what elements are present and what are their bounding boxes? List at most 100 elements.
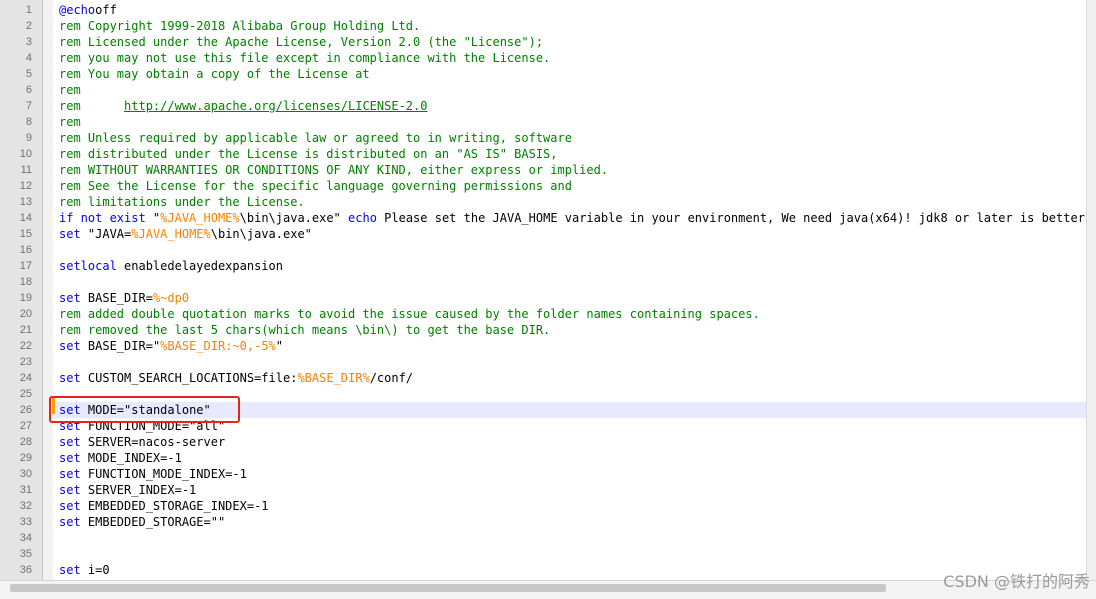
line-text: set i=0: [59, 562, 110, 578]
code-token: rem You may obtain a copy of the License…: [59, 67, 370, 81]
code-token: set: [59, 451, 81, 465]
code-line[interactable]: 9 rem Unless required by applicable law o…: [0, 130, 1086, 146]
code-token: rem limitations under the License.: [59, 195, 305, 209]
code-line[interactable]: 13 rem limitations under the License.: [0, 194, 1086, 210]
code-token: EMBEDDED_STORAGE="": [80, 515, 226, 529]
code-token: "JAVA=: [80, 227, 132, 241]
line-number: 5: [25, 68, 32, 80]
code-token: ": [275, 339, 283, 353]
line-number: 12: [19, 180, 32, 192]
line-number: 19: [19, 292, 32, 304]
watermark: CSDN @铁打的阿秀: [943, 572, 1090, 591]
line-text: set MODE_INDEX=-1: [59, 450, 182, 466]
code-line[interactable]: 10 rem distributed under the License is d…: [0, 146, 1086, 162]
line-number: 8: [25, 116, 32, 128]
line-number: 2: [25, 20, 32, 32]
line-text: rem added double quotation marks to avoi…: [59, 306, 760, 322]
line-number: 13: [19, 196, 32, 208]
line-number: 28: [19, 436, 32, 448]
line-text: set "JAVA=%JAVA_HOME%\bin\java.exe": [59, 226, 312, 242]
line-text: set BASE_DIR="%BASE_DIR:~0,-5%": [59, 338, 283, 354]
code-token: rem Licensed under the Apache License, V…: [59, 35, 544, 49]
code-token: rem: [59, 115, 81, 129]
line-number: 25: [19, 388, 32, 400]
code-line[interactable]: 20 rem added double quotation marks to av…: [0, 306, 1086, 322]
line-number: 16: [19, 244, 32, 256]
line-text: rem removed the last 5 chars(which means…: [59, 322, 550, 338]
code-line[interactable]: 21 rem removed the last 5 chars(which mea…: [0, 322, 1086, 338]
line-text: set SERVER_INDEX=-1: [59, 482, 196, 498]
line-number: 23: [19, 356, 32, 368]
code-line[interactable]: 30 set FUNCTION_MODE_INDEX=-1: [0, 466, 1086, 482]
code-line[interactable]: 15 set "JAVA=%JAVA_HOME%\bin\java.exe": [0, 226, 1086, 242]
horizontal-scrollbar[interactable]: [0, 580, 1096, 599]
code-line[interactable]: 31 set SERVER_INDEX=-1: [0, 482, 1086, 498]
line-number: 34: [19, 532, 32, 544]
code-token: set: [59, 467, 81, 481]
code-line[interactable]: 14 if not exist "%JAVA_HOME%\bin\java.exe…: [0, 210, 1086, 226]
code-line[interactable]: 17 setlocal enabledelayedexpansion: [0, 258, 1086, 274]
code-token: rem Copyright 1999-2018 Alibaba Group Ho…: [59, 19, 421, 33]
horizontal-scrollbar-thumb[interactable]: [10, 584, 886, 592]
code-line[interactable]: 4 rem you may not use this file except in…: [0, 50, 1086, 66]
line-text: @echooff: [59, 2, 117, 18]
code-line[interactable]: 24 set CUSTOM_SEARCH_LOCATIONS=file:%BASE…: [0, 370, 1086, 386]
code-token: BASE_DIR=: [80, 291, 153, 305]
code-line[interactable]: 7 rem http://www.apache.org/licenses/LICE…: [0, 98, 1086, 114]
code-line[interactable]: 36 set i=0: [0, 562, 1086, 578]
code-line[interactable]: 3 rem Licensed under the Apache License, …: [0, 34, 1086, 50]
code-token: ": [145, 211, 161, 225]
line-number: 24: [19, 372, 32, 384]
code-token: %BASE_DIR:~0,-5%: [160, 339, 276, 353]
code-line[interactable]: 33 set EMBEDDED_STORAGE="": [0, 514, 1086, 530]
code-token: enabledelayedexpansion: [116, 259, 283, 273]
line-number: 36: [19, 564, 32, 576]
code-line[interactable]: 28 set SERVER=nacos-server: [0, 434, 1086, 450]
code-line[interactable]: 35: [0, 546, 1086, 562]
line-text: set FUNCTION_MODE_INDEX=-1: [59, 466, 247, 482]
line-number: 4: [25, 52, 32, 64]
code-token: \bin\java.exe": [239, 211, 349, 225]
code-token: set: [59, 291, 81, 305]
code-token: %JAVA_HOME%: [131, 227, 211, 241]
code-token: @echo: [59, 3, 96, 17]
line-number: 31: [19, 484, 32, 496]
code-line[interactable]: 19 set BASE_DIR=%~dp0: [0, 290, 1086, 306]
code-line[interactable]: 23: [0, 354, 1086, 370]
code-token: i=0: [80, 563, 110, 577]
line-text: set CUSTOM_SEARCH_LOCATIONS=file:%BASE_D…: [59, 370, 413, 386]
code-line[interactable]: 11 rem WITHOUT WARRANTIES OR CONDITIONS O…: [0, 162, 1086, 178]
code-line[interactable]: 12 rem See the License for the specific l…: [0, 178, 1086, 194]
code-line[interactable]: 8 rem: [0, 114, 1086, 130]
line-text: if not exist "%JAVA_HOME%\bin\java.exe" …: [59, 210, 1086, 226]
code-line[interactable]: 1 @echooff: [0, 2, 1086, 18]
line-number: 26: [19, 404, 32, 416]
code-line[interactable]: 32 set EMBEDDED_STORAGE_INDEX=-1: [0, 498, 1086, 514]
line-text: rem Licensed under the Apache License, V…: [59, 34, 543, 50]
vertical-scrollbar[interactable]: [1086, 0, 1096, 580]
code-token[interactable]: http://www.apache.org/licenses/LICENSE-2…: [124, 99, 427, 113]
line-number: 20: [19, 308, 32, 320]
code-line[interactable]: 16: [0, 242, 1086, 258]
code-line[interactable]: 5 rem You may obtain a copy of the Licens…: [0, 66, 1086, 82]
line-number: 35: [19, 548, 32, 560]
code-line[interactable]: 2 rem Copyright 1999-2018 Alibaba Group H…: [0, 18, 1086, 34]
code-token: %JAVA_HOME%: [160, 211, 240, 225]
code-token: rem: [59, 99, 125, 113]
code-token: off: [95, 3, 117, 17]
code-line[interactable]: 29 set MODE_INDEX=-1: [0, 450, 1086, 466]
line-text: rem limitations under the License.: [59, 194, 305, 210]
line-number: 15: [19, 228, 32, 240]
code-token: set: [59, 563, 81, 577]
code-line[interactable]: 6 rem: [0, 82, 1086, 98]
code-token: setlocal: [59, 259, 117, 273]
code-token: %~dp0: [152, 291, 190, 305]
code-line[interactable]: 18: [0, 274, 1086, 290]
code-lines[interactable]: 1 @echooff 2 rem Copyright 1999-2018 Alibab…: [0, 2, 1086, 578]
code-token: if not exist: [59, 211, 146, 225]
code-editor[interactable]: 1 @echooff 2 rem Copyright 1999-2018 Alibab…: [0, 0, 1096, 599]
code-line[interactable]: 22 set BASE_DIR="%BASE_DIR:~0,-5%": [0, 338, 1086, 354]
code-line[interactable]: 34: [0, 530, 1086, 546]
line-text: rem distributed under the License is dis…: [59, 146, 558, 162]
code-token: rem: [59, 83, 81, 97]
